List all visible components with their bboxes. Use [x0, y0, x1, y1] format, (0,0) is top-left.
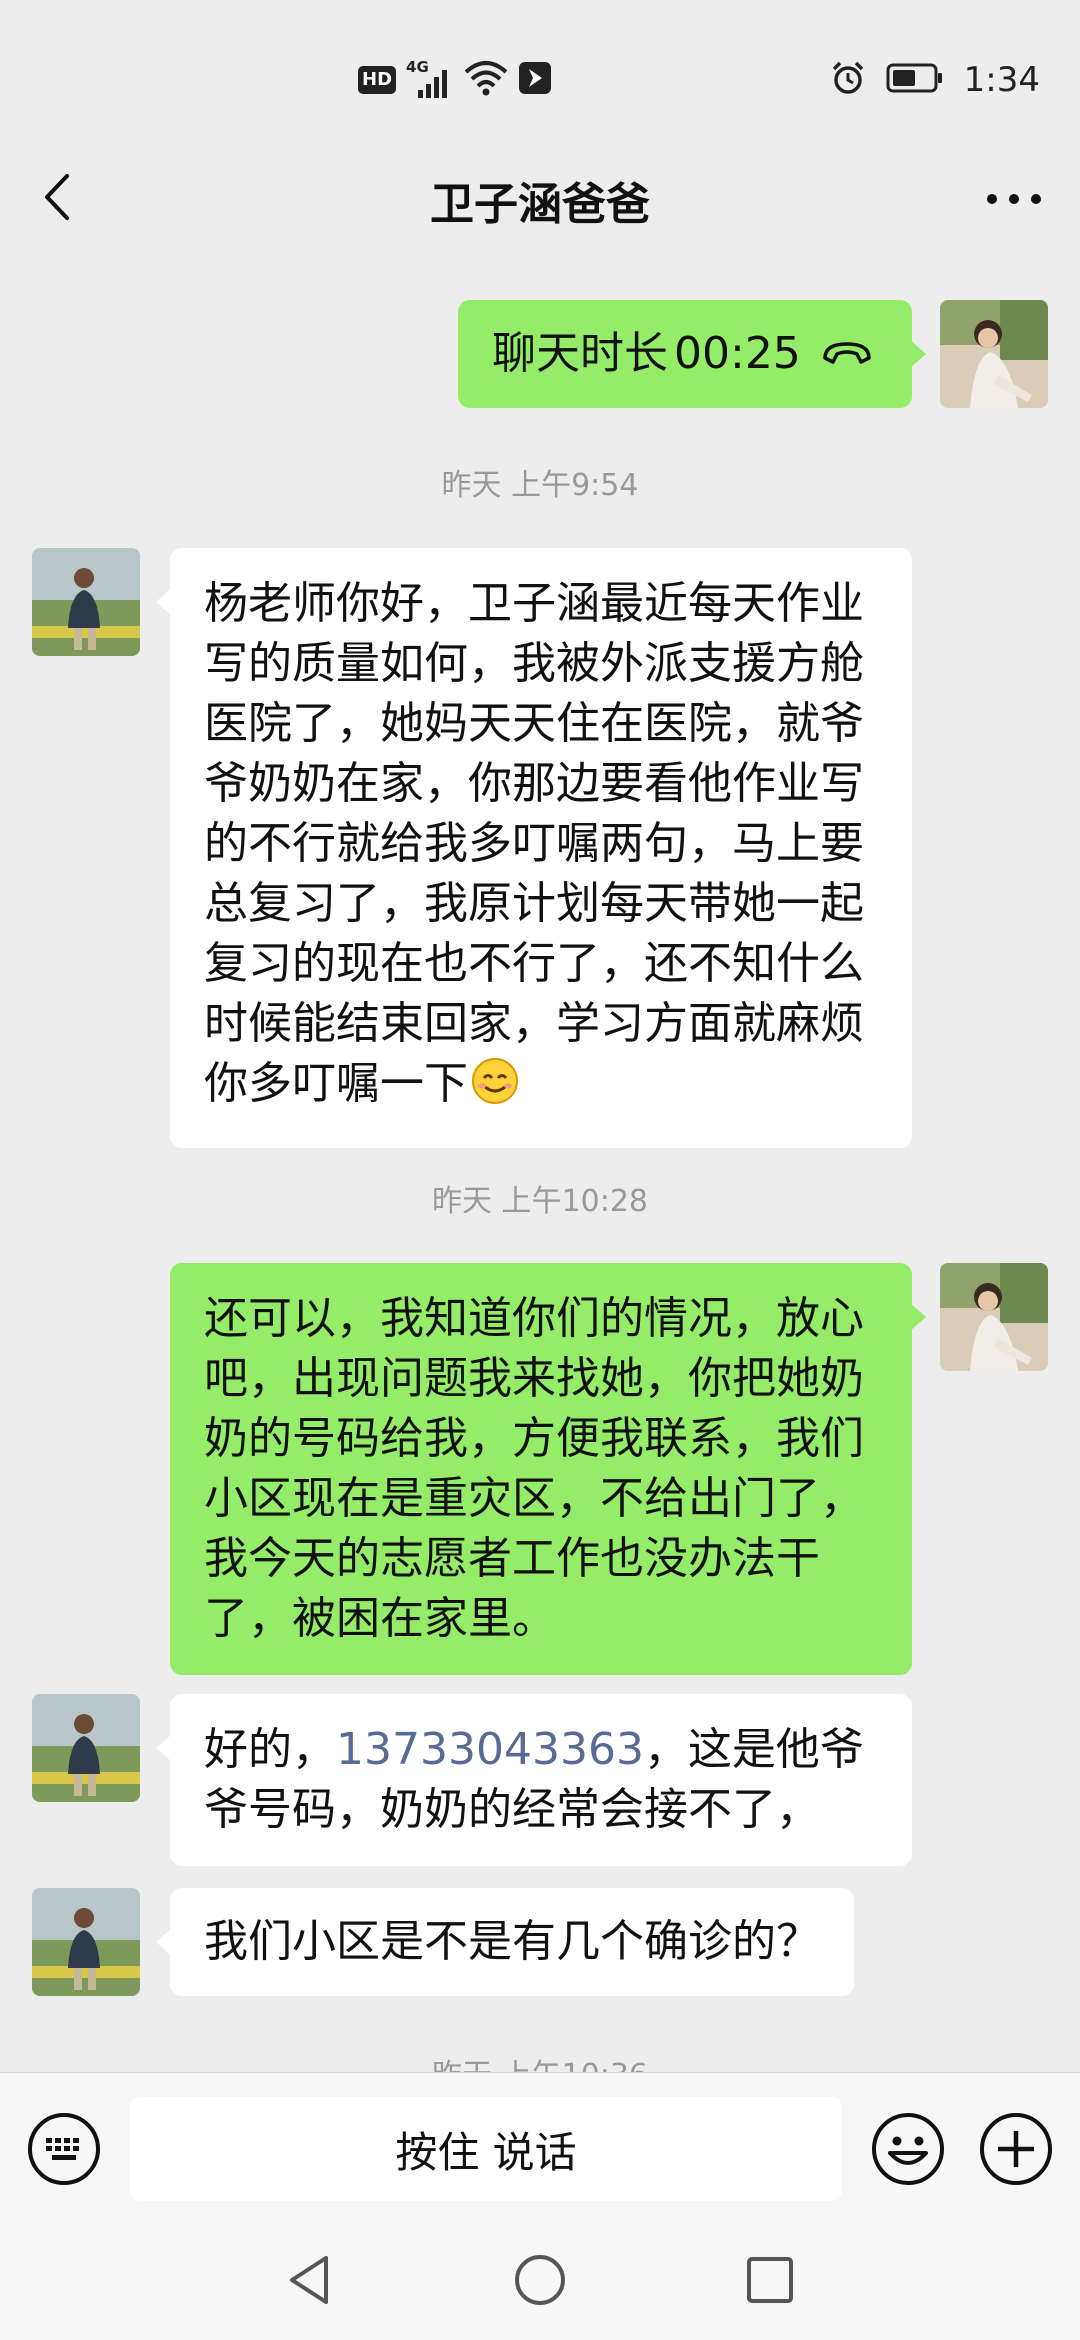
message-bubble-incoming[interactable]: 杨老师你好，卫子涵最近每天作业写的质量如何，我被外派支援方舱医院了，她妈天天住在… [156, 548, 912, 1148]
contact-avatar[interactable] [32, 1694, 140, 1802]
keyboard-toggle-button[interactable] [26, 2111, 102, 2187]
keyboard-icon [26, 2113, 102, 2191]
nav-recent-apps-button[interactable] [740, 2250, 800, 2310]
more-functions-button[interactable] [978, 2111, 1054, 2187]
system-nav-bar [0, 2220, 1080, 2340]
nav-home-button[interactable] [510, 2250, 570, 2310]
message-text: 我们小区是不是有几个确诊的？ [204, 1916, 820, 1967]
smile-emoji-icon [470, 1056, 520, 1122]
hangup-phone-icon [821, 324, 873, 384]
message-text: 还可以，我知道你们的情况，放心吧，出现问题我来找她，你把她奶奶的号码给我，方便我… [204, 1293, 864, 1644]
triangle-back-icon [280, 2256, 340, 2314]
smiley-icon [870, 2113, 946, 2191]
timestamp: 昨天 上午10:36 [0, 2050, 1080, 2072]
nav-back-button[interactable] [280, 2250, 340, 2310]
status-bar: HD 4G 1:34 [0, 0, 1080, 160]
plus-circle-icon [978, 2113, 1054, 2191]
my-avatar[interactable] [940, 1263, 1048, 1371]
contact-avatar[interactable] [32, 548, 140, 656]
status-bar-right: 1:34 [830, 58, 1040, 102]
app-notification-icon [518, 61, 552, 99]
wifi-icon [464, 60, 508, 100]
battery-icon [886, 63, 944, 97]
timestamp: 昨天 上午9:54 [441, 468, 639, 503]
square-recent-icon [740, 2257, 800, 2314]
contact-name-title: 卫子涵爸爸 [430, 179, 650, 230]
call-duration-value: 00:25 [674, 328, 801, 379]
more-options-button[interactable] [974, 164, 1054, 234]
my-avatar[interactable] [940, 300, 1048, 408]
input-bar: 按住 说话 [0, 2072, 1080, 2220]
phone-number-link[interactable]: 13733043363 [336, 1724, 644, 1775]
chat-header: 卫子涵爸爸 [0, 140, 1080, 260]
message-bubble-incoming[interactable]: 好的，13733043363，这是他爷爷号码，奶奶的经常会接不了， [156, 1694, 912, 1866]
cellular-signal-icon: 4G [406, 58, 454, 100]
wechat-chat-screen: HD 4G 1:34 卫子涵爸爸 聊天时长 00:25 昨天 上午9:54 杨老… [0, 0, 1080, 2340]
clock: 1:34 [963, 60, 1040, 100]
call-duration-message[interactable]: 聊天时长 00:25 [458, 300, 926, 408]
contact-avatar[interactable] [32, 1888, 140, 1996]
call-duration-prefix: 聊天时长 [492, 328, 668, 379]
hold-to-talk-button[interactable]: 按住 说话 [130, 2097, 842, 2201]
message-bubble-incoming[interactable]: 我们小区是不是有几个确诊的？ [156, 1888, 854, 1996]
status-bar-left: HD 4G [358, 58, 552, 102]
more-dots-icon [986, 190, 1042, 209]
timestamp: 昨天 上午10:28 [432, 1184, 648, 1219]
hd-badge: HD [358, 66, 397, 94]
circle-home-icon [510, 2255, 570, 2314]
message-text: 杨老师你好，卫子涵最近每天作业写的质量如何，我被外派支援方舱医院了，她妈天天住在… [204, 578, 864, 1109]
message-list[interactable]: 聊天时长 00:25 昨天 上午9:54 杨老师你好，卫子涵最近每天作业写的质量… [0, 260, 1080, 2072]
message-bubble-outgoing[interactable]: 还可以，我知道你们的情况，放心吧，出现问题我来找她，你把她奶奶的号码给我，方便我… [170, 1263, 926, 1675]
emoji-button[interactable] [870, 2111, 946, 2187]
message-text-before: 好的， [204, 1724, 336, 1775]
alarm-icon [830, 60, 866, 100]
